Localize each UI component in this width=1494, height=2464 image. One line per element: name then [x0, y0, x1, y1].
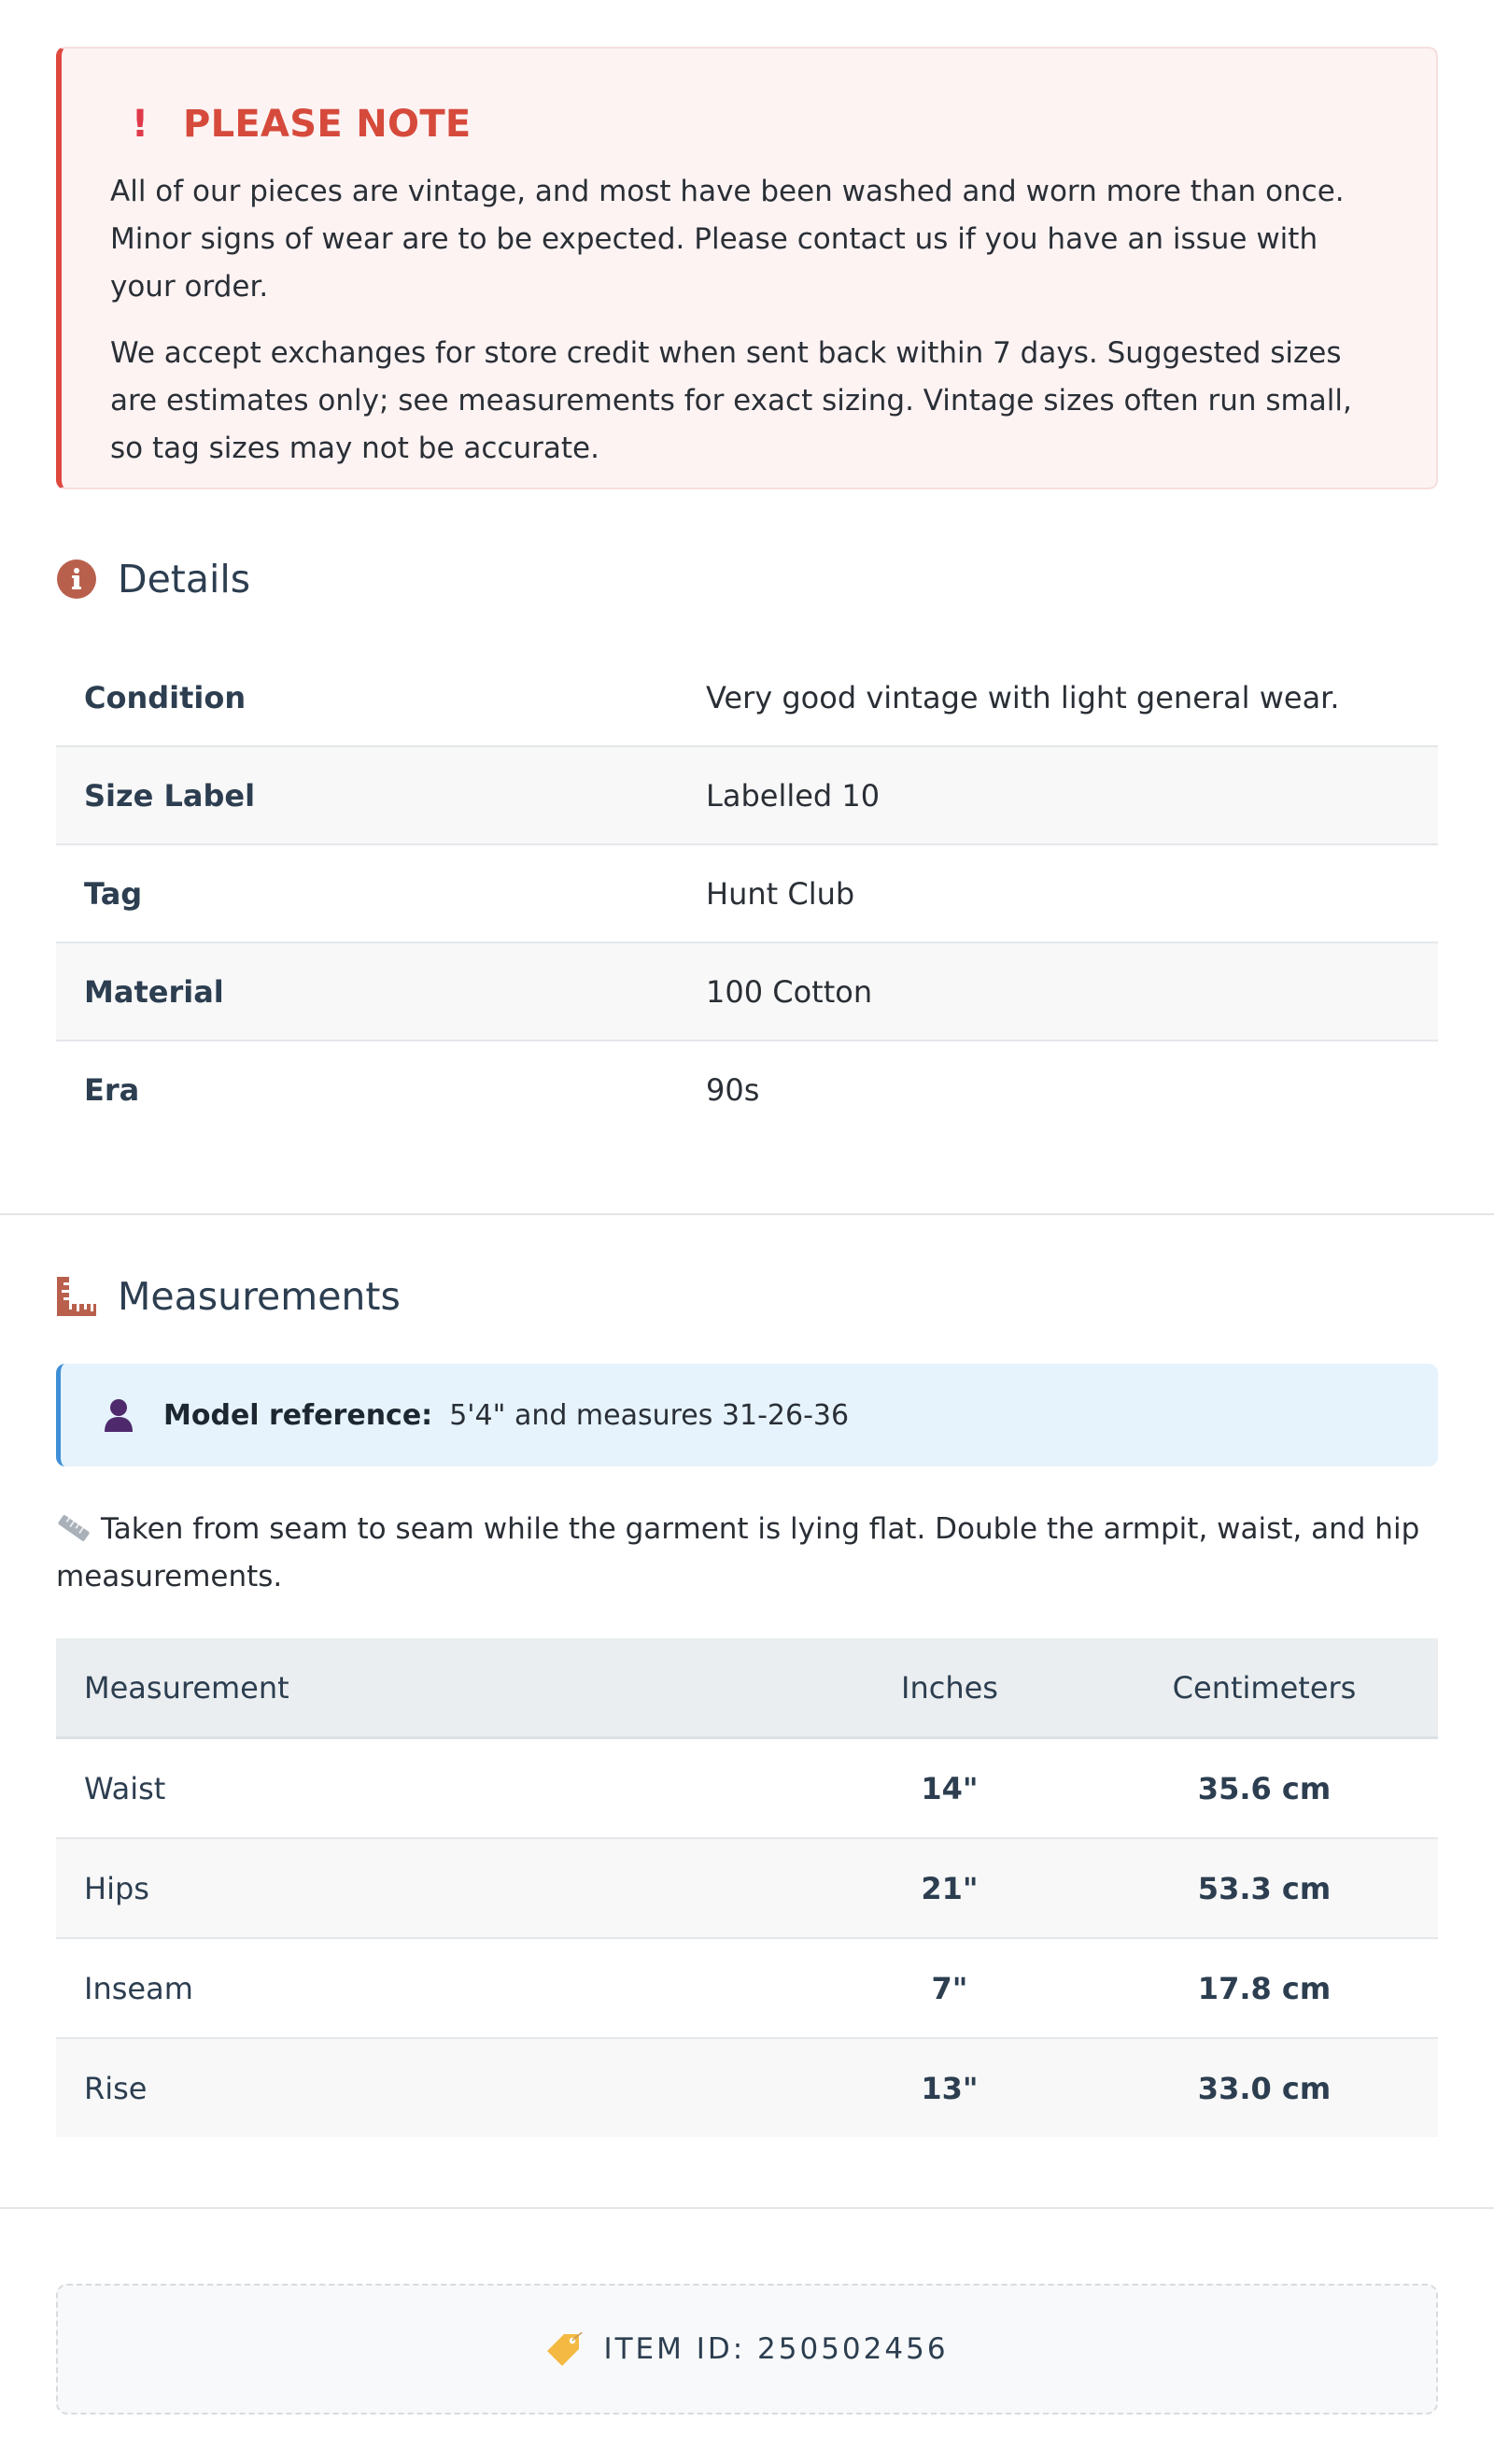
table-row: Condition Very good vintage with light g…: [56, 649, 1438, 747]
column-header-measurement: Measurement: [56, 1638, 809, 1739]
info-circle-icon: [56, 559, 97, 600]
model-reference-value: 5'4" and measures 31-26-36: [449, 1398, 850, 1432]
table-row: Era 90s: [56, 1041, 1438, 1138]
model-reference-label: Model reference:: [163, 1398, 433, 1432]
details-table: Condition Very good vintage with light g…: [56, 649, 1438, 1138]
measurement-cm: 17.8 cm: [1091, 1938, 1438, 2039]
detail-value: Very good vintage with light general wea…: [678, 649, 1438, 747]
ruler-combined-icon: [56, 1276, 97, 1317]
model-reference-box: Model reference: 5'4" and measures 31-26…: [56, 1364, 1438, 1466]
measurement-name: Rise: [56, 2038, 809, 2137]
item-id-box: ITEM ID: 250502456: [56, 2284, 1438, 2414]
measurements-table: Measurement Inches Centimeters Waist 14"…: [56, 1638, 1438, 2137]
measurement-cm: 35.6 cm: [1091, 1737, 1438, 1839]
notice-paragraph: All of our pieces are vintage, and most …: [110, 175, 1345, 304]
table-row: Inseam 7" 17.8 cm: [56, 1938, 1438, 2039]
notice-paragraph: We accept exchanges for store credit whe…: [110, 336, 1352, 465]
price-tag-icon: [545, 2330, 584, 2368]
notice-header: ! PLEASE NOTE: [110, 101, 1388, 148]
detail-value: 90s: [706, 1071, 760, 1108]
exclamation-icon: !: [131, 103, 149, 146]
measurement-name: Inseam: [56, 1938, 809, 2039]
measurement-name: Waist: [56, 1737, 809, 1839]
detail-key: Condition: [56, 649, 678, 747]
ruler-icon: [56, 1509, 92, 1541]
measurement-cm: 33.0 cm: [1091, 2038, 1438, 2137]
detail-value: 100 Cotton: [678, 942, 1438, 1041]
details-table-container: Condition Very good vintage with light g…: [56, 649, 1438, 1138]
detail-value: Hunt Club: [678, 844, 1438, 943]
table-row: Waist 14" 35.6 cm: [56, 1737, 1438, 1839]
table-row: Rise 13" 33.0 cm: [56, 2038, 1438, 2137]
column-header-centimeters: Centimeters: [1091, 1638, 1438, 1739]
notice-box: ! PLEASE NOTE All of our pieces are vint…: [56, 47, 1438, 489]
measurement-cm: 53.3 cm: [1091, 1838, 1438, 1939]
table-row: Size Label Labelled 10: [56, 746, 1438, 845]
measurement-inches: 21": [809, 1838, 1091, 1939]
notice-title: PLEASE NOTE: [183, 103, 472, 146]
measurement-inches: 14": [809, 1737, 1091, 1839]
table-row: Material 100 Cotton: [56, 942, 1438, 1041]
detail-key: Material: [56, 942, 678, 1041]
item-id-text: ITEM ID: 250502456: [603, 2332, 949, 2366]
detail-key: Size Label: [56, 746, 678, 845]
table-row: Hips 21" 53.3 cm: [56, 1838, 1438, 1939]
section-divider: [0, 2207, 1494, 2209]
measurement-note-text: Taken from seam to seam while the garmen…: [56, 1512, 1420, 1593]
table-row: Tag Hunt Club: [56, 844, 1438, 943]
detail-value: Labelled 10: [678, 746, 1438, 845]
measurements-table-container: Measurement Inches Centimeters Waist 14"…: [56, 1638, 1438, 2137]
details-heading: Details: [56, 551, 1438, 607]
column-header-inches: Inches: [809, 1638, 1091, 1739]
person-icon: [100, 1396, 137, 1434]
details-title: Details: [118, 557, 251, 602]
measurements-heading: Measurements: [56, 1268, 1438, 1324]
detail-key: Era: [84, 1071, 140, 1108]
measurement-note: Taken from seam to seam while the garmen…: [56, 1506, 1438, 1601]
table-header-row: Measurement Inches Centimeters: [56, 1638, 1438, 1739]
section-divider: [0, 1213, 1494, 1215]
measurements-title: Measurements: [118, 1274, 401, 1319]
measurement-name: Hips: [56, 1838, 809, 1939]
measurement-inches: 7": [809, 1938, 1091, 2039]
measurement-inches: 13": [809, 2038, 1091, 2137]
detail-key: Tag: [56, 844, 678, 943]
